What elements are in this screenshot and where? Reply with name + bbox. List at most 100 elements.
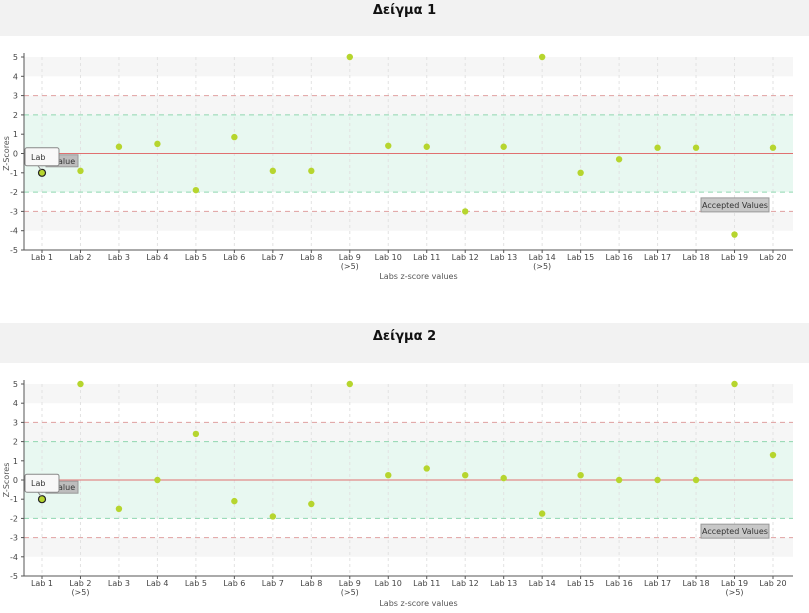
x-tick-label: Lab 6 xyxy=(223,579,245,588)
x-tick-label: Lab 13 xyxy=(490,253,517,262)
data-point xyxy=(77,167,84,175)
y-tick-label: 3 xyxy=(13,92,18,101)
x-tick-label: Lab 14 xyxy=(529,253,556,262)
grid-stripe xyxy=(24,537,793,557)
x-tick-label: Lab 20 xyxy=(759,579,786,588)
x-tick-label: Lab 14 xyxy=(529,579,556,588)
y-tick-label: 0 xyxy=(13,476,18,485)
data-point xyxy=(692,476,700,484)
data-point xyxy=(615,476,623,484)
data-point xyxy=(385,142,392,149)
x-tick-label: Lab 11 xyxy=(413,253,440,262)
y-tick-label: -1 xyxy=(10,495,18,504)
data-point xyxy=(462,208,469,215)
x-tick-note: (>5) xyxy=(341,262,359,271)
data-point xyxy=(615,156,623,163)
x-tick-label: Lab 16 xyxy=(606,579,633,588)
y-tick-label: -3 xyxy=(10,534,18,543)
y-tick-label: -1 xyxy=(10,169,18,178)
x-tick-label: Lab 17 xyxy=(644,253,671,262)
data-point xyxy=(37,495,47,504)
data-point xyxy=(731,231,738,238)
x-tick-label: Lab 17 xyxy=(644,579,671,588)
x-tick-label: Lab 3 xyxy=(108,579,130,588)
x-tick-label: Lab 9 xyxy=(339,253,361,262)
x-tick-label: Lab 6 xyxy=(223,253,245,262)
data-point xyxy=(308,500,315,508)
data-point xyxy=(654,144,661,151)
x-tick-note: (>5) xyxy=(71,588,89,597)
x-tick-label: Lab 7 xyxy=(262,253,284,262)
data-point xyxy=(77,380,84,388)
data-point xyxy=(423,143,430,150)
data-point xyxy=(115,143,123,150)
x-tick-label: Lab 11 xyxy=(413,579,440,588)
tooltip-title: Lab xyxy=(31,153,45,162)
data-point xyxy=(692,144,700,151)
data-point xyxy=(346,380,353,388)
data-point xyxy=(346,53,353,61)
data-point xyxy=(37,168,47,177)
y-tick-label: 2 xyxy=(13,438,18,447)
x-tick-label: Lab 13 xyxy=(490,579,517,588)
x-tick-label: Lab 19 xyxy=(721,253,748,262)
y-tick-label: 1 xyxy=(13,130,18,139)
x-tick-note: (>5) xyxy=(726,588,744,597)
y-tick-label: 0 xyxy=(13,150,18,159)
data-point xyxy=(154,476,161,484)
y-tick-label: -5 xyxy=(10,246,18,255)
data-point xyxy=(538,53,546,61)
y-tick-label: 4 xyxy=(13,72,18,81)
data-point xyxy=(231,497,238,505)
x-tick-label: Lab 12 xyxy=(452,579,479,588)
x-tick-label: Lab 3 xyxy=(108,253,130,262)
scatter-chart-1: 5 4 3 2 1 0 -1 -2 -3 -4 -5 Lab 1 Lab 2 Lab 3 Lab 4 Lab … xyxy=(2,53,793,281)
y-axis-label: Z-Scores xyxy=(2,136,11,171)
y-tick-label: 5 xyxy=(13,53,18,62)
y-tick-label: -5 xyxy=(10,572,18,581)
data-point xyxy=(231,133,238,141)
data-point xyxy=(385,472,392,479)
x-tick-label: Lab 16 xyxy=(606,253,633,262)
tooltip-value-label: alue xyxy=(58,157,75,166)
data-point xyxy=(500,474,507,482)
x-tick-note: (>5) xyxy=(533,262,551,271)
x-tick-label: Lab 2 xyxy=(69,579,91,588)
x-tick-label: Lab 5 xyxy=(185,253,207,262)
x-tick-label: Lab 10 xyxy=(375,253,402,262)
grid-stripe xyxy=(24,384,793,404)
x-tick-label: Lab 5 xyxy=(185,579,207,588)
data-point xyxy=(462,472,469,479)
accepted-values-label: Accepted Values xyxy=(702,201,768,210)
x-tick-label: Lab 10 xyxy=(375,579,402,588)
x-axis-label: Labs z-score values xyxy=(379,272,457,281)
y-tick-label: -4 xyxy=(10,553,18,562)
data-point xyxy=(577,472,584,479)
chart-title-2: Δείγμα 2 xyxy=(0,323,809,363)
data-point xyxy=(731,380,738,388)
grid-stripe xyxy=(24,211,793,231)
data-point xyxy=(654,476,661,484)
data-point xyxy=(115,505,123,512)
data-point xyxy=(154,140,161,148)
grid-stripe xyxy=(24,95,793,115)
y-tick-label: -3 xyxy=(10,207,18,216)
data-point xyxy=(769,144,777,151)
x-tick-label: Lab 4 xyxy=(146,579,168,588)
tooltip-title: Lab xyxy=(31,479,45,488)
x-tick-label: Lab 15 xyxy=(567,579,594,588)
data-point xyxy=(769,451,777,459)
x-tick-label: Lab 7 xyxy=(262,579,284,588)
x-tick-label: Lab 18 xyxy=(682,579,709,588)
x-axis-label: Labs z-score values xyxy=(379,599,457,608)
chart-title-1: Δείγμα 1 xyxy=(0,0,809,36)
data-point xyxy=(500,143,507,150)
grid-stripe xyxy=(24,422,793,442)
grid-stripe xyxy=(24,57,793,77)
tooltip-value-label: alue xyxy=(58,483,75,492)
x-tick-label: Lab 15 xyxy=(567,253,594,262)
y-axis-label: Z-Scores xyxy=(2,463,11,498)
scatter-chart-2: 543210-1-2-3-4-5Lab 1 Lab 2(>5)Lab 3 Lab 4… xyxy=(2,380,793,608)
chart-panel-1: Δείγμα 1 5 4 3 2 1 0 -1 -2 -3 -4 -5 Lab 1 Lab 2 Lab 3… xyxy=(0,0,809,323)
x-tick-label: Lab 8 xyxy=(300,253,322,262)
